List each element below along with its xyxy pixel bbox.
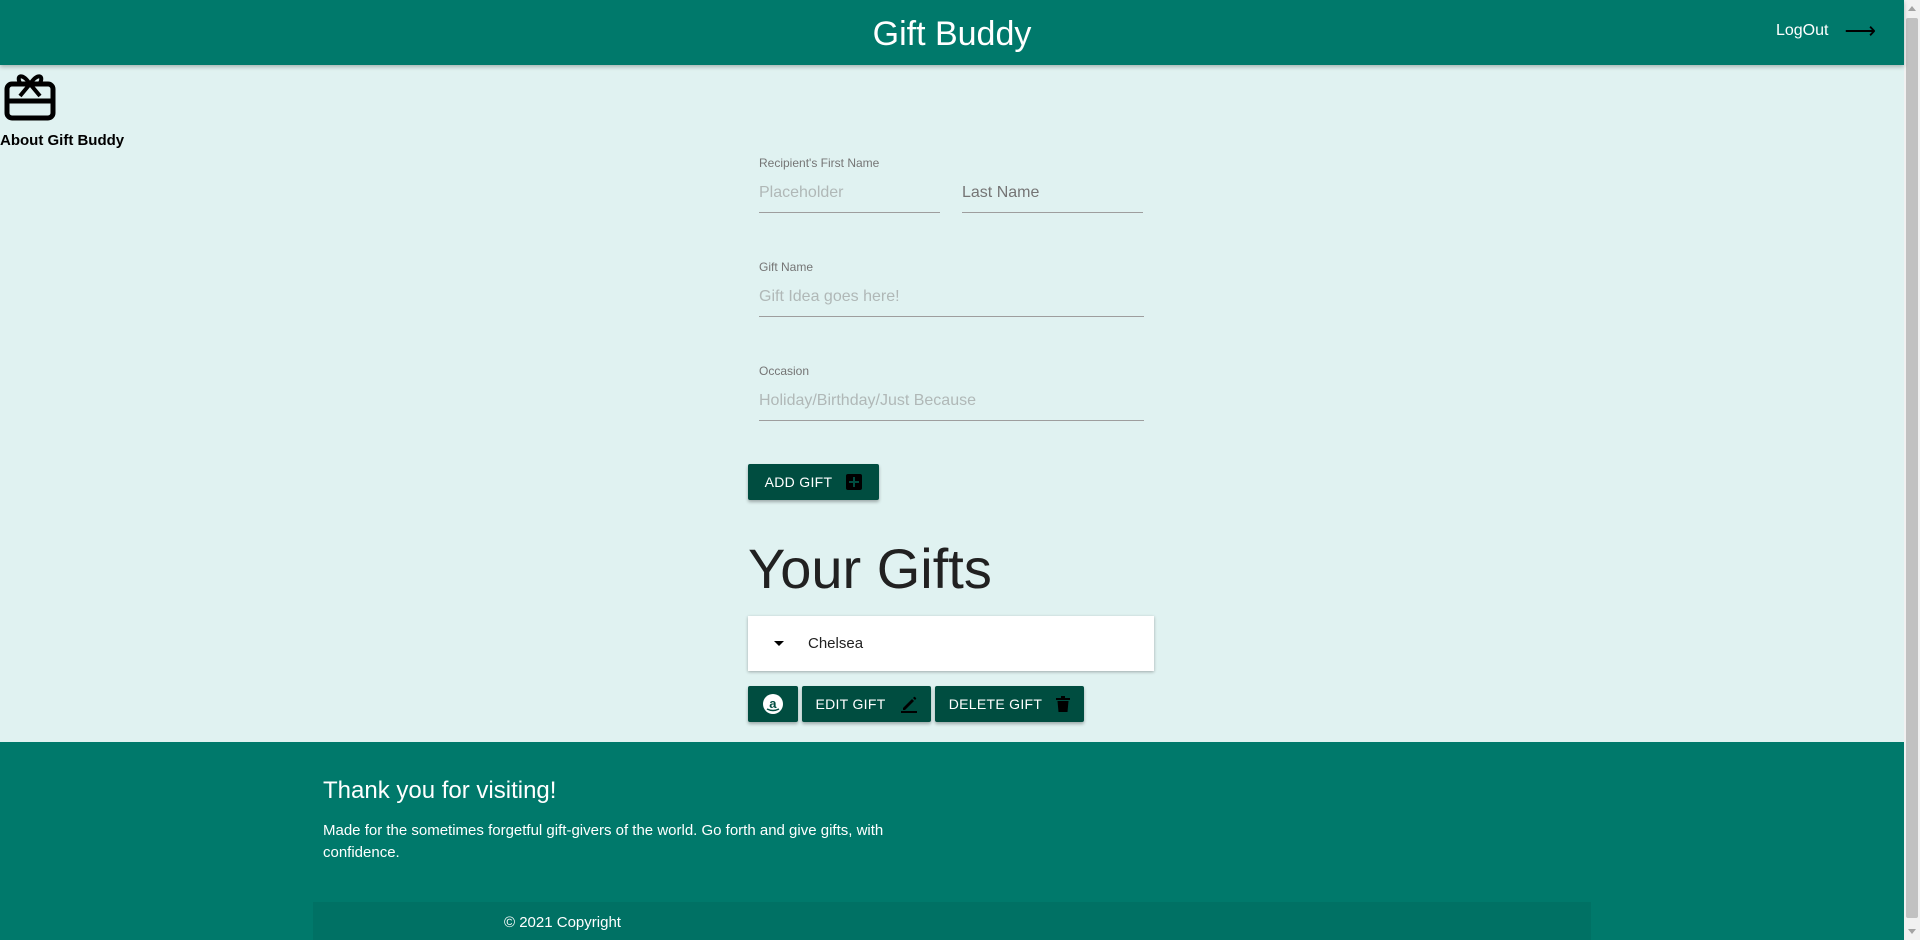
scrollbar-thumb[interactable]	[1906, 18, 1918, 918]
logout-label: LogOut	[1775, 22, 1829, 39]
last-name-field	[962, 155, 1143, 213]
arrow-right-icon: ⟶	[1844, 18, 1876, 43]
gift-recipient-name: Chelsea	[808, 635, 864, 652]
last-name-input[interactable]	[962, 171, 1143, 213]
add-gift-label: ADD GIFT	[764, 474, 833, 490]
edit-gift-label: EDIT GIFT	[815, 696, 886, 712]
caret-down-icon	[774, 641, 784, 646]
occasion-input[interactable]	[759, 379, 1144, 421]
vertical-scrollbar[interactable]	[1904, 0, 1920, 940]
gift-card-icon	[4, 74, 56, 121]
scroll-up-arrow-icon[interactable]	[1908, 6, 1916, 11]
trash-icon	[1056, 696, 1071, 712]
first-name-field: Recipient's First Name	[759, 155, 940, 213]
first-name-input[interactable]	[759, 171, 940, 213]
footer-text: Made for the sometimes forgetful gift-gi…	[323, 822, 884, 861]
gift-name-label: Gift Name	[759, 260, 814, 274]
footer-heading: Thank you for visiting!	[323, 777, 557, 804]
delete-gift-button[interactable]: DELETE GIFT	[935, 686, 1084, 722]
logout-link[interactable]: LogOut ⟶	[1775, 18, 1876, 43]
occasion-label: Occasion	[759, 364, 810, 378]
gift-name-field: Gift Name	[759, 259, 1144, 317]
about-label: About Gift Buddy	[0, 132, 125, 149]
copyright-text: © 2021 Copyright	[504, 914, 621, 931]
brand-title[interactable]: Gift Buddy	[0, 14, 1904, 54]
amazon-button[interactable]: a	[748, 686, 798, 722]
edit-gift-button[interactable]: EDIT GIFT	[802, 686, 931, 722]
delete-gift-label: DELETE GIFT	[948, 696, 1043, 712]
occasion-field: Occasion	[759, 363, 1144, 421]
amazon-icon: a	[763, 694, 783, 714]
gift-collapsible-header[interactable]: Chelsea	[748, 616, 1154, 671]
add-gift-button[interactable]: ADD GIFT	[748, 464, 879, 500]
pencil-icon	[900, 695, 918, 713]
add-box-icon	[846, 474, 863, 490]
first-name-label: Recipient's First Name	[759, 156, 880, 170]
about-link[interactable]: About Gift Buddy	[0, 70, 140, 149]
scroll-down-arrow-icon[interactable]	[1908, 929, 1916, 934]
your-gifts-heading: Your Gifts	[748, 537, 992, 600]
gift-name-input[interactable]	[759, 275, 1144, 317]
page-footer: Thank you for visiting! Made for the som…	[0, 742, 1904, 940]
footer-copyright-bar: © 2021 Copyright	[313, 902, 1591, 940]
navbar: Gift Buddy LogOut ⟶	[0, 0, 1904, 65]
svg-text:a: a	[769, 696, 777, 711]
